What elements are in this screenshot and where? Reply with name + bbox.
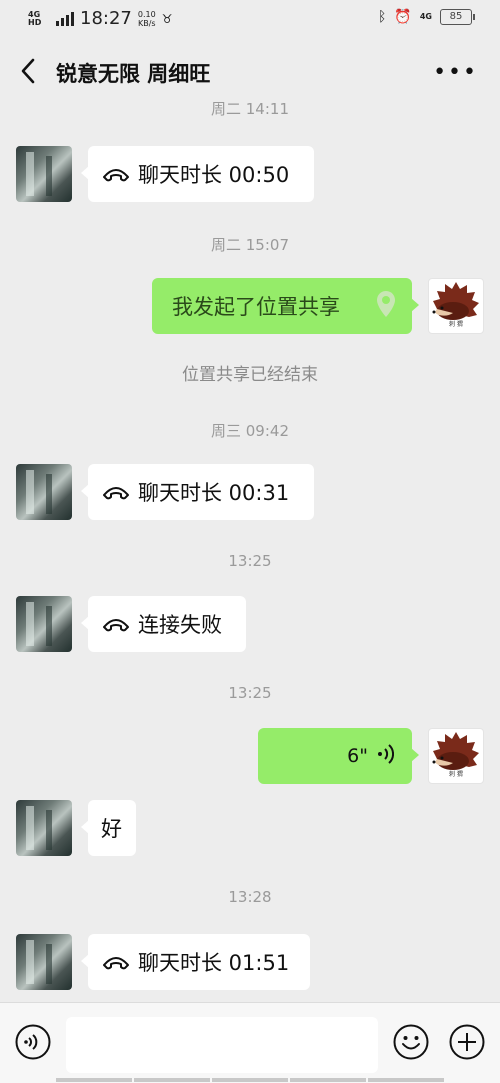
chevron-left-icon — [21, 58, 35, 84]
call-record-bubble[interactable]: 聊天时长 00:31 — [81, 464, 314, 520]
emoji-icon — [393, 1024, 429, 1060]
phone-hangup-icon — [102, 164, 130, 184]
net-speed: 0.10 KB/s — [137, 9, 156, 28]
message-timestamp: 周二 14:11 — [211, 100, 289, 118]
location-share-bubble[interactable]: 我发起了位置共享 — [152, 278, 419, 334]
message-list[interactable]: 周二 14:11 聊天时长 00:50 周二 15:07 刺 猬 我发起了位置共享位置共… — [0, 96, 500, 1002]
call-record-text: 聊天时长 00:31 — [138, 481, 290, 505]
phone-hangup-icon — [102, 482, 130, 502]
message-text: 好 — [101, 817, 122, 841]
avatar-caption: 刺 猬 — [449, 771, 463, 778]
contact-avatar[interactable] — [16, 800, 72, 856]
voice-input-button[interactable] — [14, 1023, 52, 1061]
message-timestamp: 13:25 — [228, 552, 272, 570]
call-record-bubble[interactable]: 连接失败 — [81, 596, 246, 652]
contact-avatar[interactable] — [16, 934, 72, 990]
contact-avatar[interactable] — [16, 596, 72, 652]
message-timestamp: 13:28 — [228, 888, 272, 906]
input-bar — [0, 1002, 500, 1083]
call-record-text: 聊天时长 00:50 — [138, 163, 290, 187]
signal-icon — [56, 11, 74, 26]
more-functions-button[interactable] — [448, 1023, 486, 1061]
location-pin-icon — [376, 290, 396, 323]
message-timestamp: 13:25 — [228, 684, 272, 702]
contact-avatar[interactable] — [16, 146, 72, 202]
more-dots-icon: ••• — [433, 60, 478, 85]
status-bar: 4G HD 18:27 0.10 KB/s ♉ ᛒ ⏰ 4G 85 — [0, 0, 500, 40]
voice-message-bubble[interactable]: 6" — [258, 728, 419, 784]
more-button[interactable]: ••• — [433, 60, 478, 85]
app-notification-icon: ♉ — [161, 11, 173, 26]
text-message-bubble[interactable]: 好 — [81, 800, 136, 856]
phone-hangup-icon — [102, 952, 130, 972]
voice-wave-icon — [374, 742, 395, 771]
message-timestamp: 周三 09:42 — [211, 422, 289, 440]
my-avatar[interactable]: 刺 猬 — [428, 728, 484, 784]
alarm-icon: ⏰ — [394, 9, 412, 25]
location-share-text: 我发起了位置共享 — [172, 295, 340, 319]
voice-duration: 6" — [347, 745, 368, 767]
call-record-bubble[interactable]: 聊天时长 01:51 — [81, 934, 310, 990]
chat-header: 锐意无限 周细旺 ••• — [0, 40, 500, 104]
plus-icon — [449, 1024, 485, 1060]
voice-input-icon — [15, 1024, 51, 1060]
network-type: 4G HD — [28, 9, 42, 27]
message-input[interactable] — [66, 1017, 378, 1073]
my-avatar[interactable]: 刺 猬 — [428, 278, 484, 334]
back-button[interactable] — [14, 54, 44, 88]
avatar-caption: 刺 猬 — [449, 321, 463, 328]
message-timestamp: 周二 15:07 — [211, 236, 289, 254]
call-record-text: 聊天时长 01:51 — [138, 951, 290, 975]
clock: 18:27 — [80, 8, 132, 29]
battery-icon: 85 — [440, 9, 475, 25]
phone-hangup-icon — [102, 614, 130, 634]
network-type-right: 4G — [419, 12, 432, 21]
system-message: 位置共享已经结束 — [182, 365, 318, 385]
call-record-bubble[interactable]: 聊天时长 00:50 — [81, 146, 314, 202]
call-record-text: 连接失败 — [138, 613, 222, 637]
bluetooth-icon: ᛒ — [378, 9, 387, 25]
chat-title: 锐意无限 周细旺 — [56, 62, 211, 86]
contact-avatar[interactable] — [16, 464, 72, 520]
home-indicator — [56, 1078, 444, 1082]
emoji-button[interactable] — [392, 1023, 430, 1061]
